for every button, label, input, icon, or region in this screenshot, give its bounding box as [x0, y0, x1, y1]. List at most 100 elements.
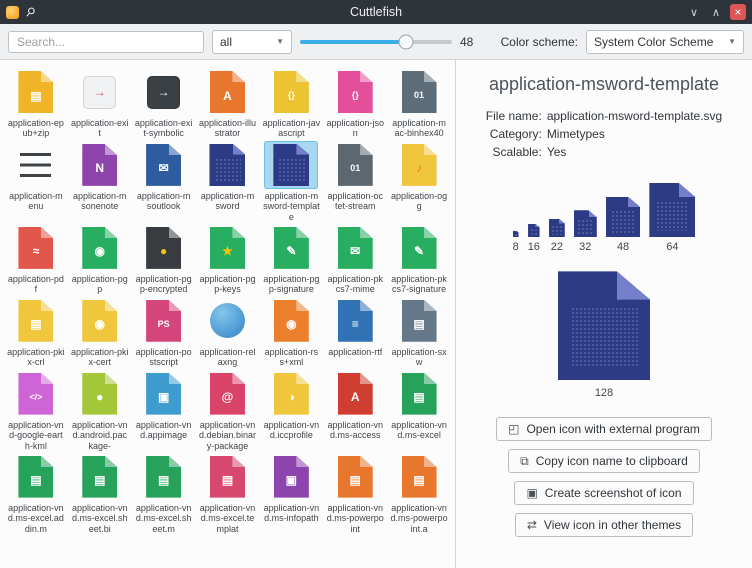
search-input[interactable] — [8, 31, 204, 53]
icon-thumbnail: ▤ — [9, 453, 63, 501]
size-preview-item: 16 — [528, 224, 540, 254]
copy-name-button[interactable]: ⧉ Copy icon name to clipboard — [508, 449, 700, 473]
icon-thumbnail: PS — [137, 297, 191, 345]
icon-thumbnail: ▤ — [392, 370, 446, 418]
size-preview-item: 64 — [649, 183, 695, 253]
cuttlefish-window: ⚲ Cuttlefish ∨ ∧ × all ▼ 48 Color scheme… — [0, 0, 752, 568]
icon-grid-item-label: application-menu — [4, 191, 68, 212]
icon-size-slider[interactable] — [300, 31, 452, 53]
slider-handle[interactable] — [399, 34, 414, 49]
icon-grid-item[interactable]: → application-exit-symbolic — [132, 68, 196, 139]
icon-grid-item[interactable]: ▤ application-vnd.ms-excel.sheet.m — [132, 453, 196, 534]
icon-grid-item[interactable]: ▤ application-vnd.ms-powerpoint — [323, 453, 387, 534]
icon-grid-item[interactable]: ▤ application-vnd.ms-excel.templat — [196, 453, 260, 534]
size-label: 22 — [551, 241, 563, 253]
icon-grid-item[interactable]: ▤ application-sxw — [387, 297, 451, 368]
icon-grid-item[interactable]: A application-illustrator — [196, 68, 260, 139]
icon-thumbnail: ✎ — [264, 224, 318, 272]
icon-preview — [528, 224, 540, 238]
size-preview-item: 48 — [606, 197, 641, 254]
icon-thumbnail: ▤ — [392, 453, 446, 501]
icon-grid-item-label: application-sxw — [387, 347, 451, 368]
view-themes-button[interactable]: ⇄ View icon in other themes — [515, 513, 693, 537]
icon-grid-item[interactable]: ▣ application-vnd.ms-infopath — [259, 453, 323, 534]
icon-grid-item-label: application-postscript — [132, 347, 196, 368]
icon-grid-item[interactable]: ✎ application-pgp-signature — [259, 224, 323, 295]
icon-grid-item[interactable]: ≡ application-rtf — [323, 297, 387, 368]
icon-grid-item[interactable]: application-menu — [4, 141, 68, 222]
icon-grid-item[interactable]: ◉ application-pkix-cert — [68, 297, 132, 368]
icon-thumbnail: ▣ — [137, 370, 191, 418]
size-preview-item: 32 — [574, 210, 597, 253]
field-value: Mimetypes — [547, 127, 722, 141]
icon-thumbnail — [264, 141, 318, 189]
slider-track[interactable] — [300, 40, 452, 44]
icon-thumbnail: ≈ — [9, 224, 63, 272]
icon-grid-item-label: application-vnd.ms-excel.sheet.bi — [68, 503, 132, 534]
icon-grid-item[interactable]: ✉ application-pkcs7-mime — [323, 224, 387, 295]
icon-thumbnail: ▤ — [392, 297, 446, 345]
icon-grid-item[interactable]: ▤ application-vnd.ms-excel — [387, 370, 451, 451]
category-filter-dropdown[interactable]: all ▼ — [212, 30, 292, 54]
minimize-button[interactable]: ∨ — [686, 4, 702, 20]
size-label: 48 — [617, 241, 629, 253]
size-label: 64 — [666, 241, 678, 253]
icon-grid-item[interactable]: application-msword-template — [259, 141, 323, 222]
icon-grid-item[interactable]: {} application-javascript — [259, 68, 323, 139]
icon-grid-item[interactable]: ▣ application-vnd.appimage — [132, 370, 196, 451]
icon-grid-item[interactable]: ◉ application-rss+xml — [259, 297, 323, 368]
icon-grid-item[interactable]: PS application-postscript — [132, 297, 196, 368]
color-scheme-dropdown[interactable]: System Color Scheme ▼ — [586, 30, 744, 54]
icon-grid-item[interactable]: ≈ application-pdf — [4, 224, 68, 295]
icon-grid-item[interactable]: ★ application-pgp-keys — [196, 224, 260, 295]
size-label: 32 — [579, 241, 591, 253]
screenshot-button[interactable]: ▣ Create screenshot of icon — [514, 481, 693, 505]
icon-grid-item-label: application-exit — [68, 118, 132, 139]
icon-grid: ▤ application-epub+zip → application-exi… — [4, 68, 451, 534]
icon-grid-item[interactable]: 01 application-mac-binhex40 — [387, 68, 451, 139]
icon-grid-item[interactable]: A application-vnd.ms-access — [323, 370, 387, 451]
icon-grid-item-label: application-illustrator — [196, 118, 260, 139]
icon-grid-item[interactable]: ◑ application-vnd.iccprofile — [259, 370, 323, 451]
icon-grid-item-label: application-pkix-cert — [68, 347, 132, 368]
pin-icon[interactable]: ⚲ — [23, 5, 37, 20]
icon-grid-item[interactable]: ▤ application-vnd.ms-excel.addin.m — [4, 453, 68, 534]
icon-grid-item[interactable]: ♪ application-ogg — [387, 141, 451, 222]
icon-thumbnail: ✉ — [328, 224, 382, 272]
category-filter-value: all — [220, 35, 232, 49]
icon-detail-panel: application-msword-template File name: a… — [456, 60, 752, 568]
icon-grid-item[interactable]: ● application-pgp-encrypted — [132, 224, 196, 295]
icon-grid-item[interactable]: ✉ application-msoutlook — [132, 141, 196, 222]
icon-grid-item[interactable]: application-relaxng — [196, 297, 260, 368]
icon-grid-item[interactable]: ▤ application-pkix-crl — [4, 297, 68, 368]
icon-thumbnail: ▣ — [264, 453, 318, 501]
maximize-button[interactable]: ∧ — [708, 4, 724, 20]
icon-grid-item[interactable]: @ application-vnd.debian.binary-package — [196, 370, 260, 451]
icon-grid-item[interactable]: N application-msonenote — [68, 141, 132, 222]
icon-grid-item[interactable]: application-msword — [196, 141, 260, 222]
icon-grid-item[interactable]: 01 application-octet-stream — [323, 141, 387, 222]
icon-thumbnail: ▤ — [9, 297, 63, 345]
icon-grid-item[interactable]: {} application-json — [323, 68, 387, 139]
themes-icon: ⇄ — [527, 519, 537, 531]
icon-grid-item[interactable]: ✎ application-pkcs7-signature — [387, 224, 451, 295]
icon-preview — [574, 210, 597, 237]
window-title: Cuttlefish — [0, 5, 752, 19]
icon-grid-item-label: application-json — [323, 118, 387, 139]
icon-grid-item[interactable]: ● application-vnd.android.package- — [68, 370, 132, 451]
icon-grid-item[interactable]: ▤ application-vnd.ms-excel.sheet.bi — [68, 453, 132, 534]
icon-grid-item-label: application-vnd-google-earth-kml — [4, 420, 68, 451]
icon-thumbnail: ≡ — [328, 297, 382, 345]
icon-thumbnail: </> — [9, 370, 63, 418]
icon-grid-item[interactable]: ▤ application-epub+zip — [4, 68, 68, 139]
open-external-button[interactable]: ◰ Open icon with external program — [496, 417, 712, 441]
icon-grid-item[interactable]: </> application-vnd-google-earth-kml — [4, 370, 68, 451]
icon-grid-item[interactable]: → application-exit — [68, 68, 132, 139]
icon-thumbnail: → — [73, 68, 127, 116]
toolbar: all ▼ 48 Color scheme: System Color Sche… — [0, 24, 752, 60]
icon-thumbnail: ▤ — [137, 453, 191, 501]
action-buttons: ◰ Open icon with external program ⧉ Copy… — [496, 417, 712, 545]
icon-grid-item[interactable]: ◉ application-pgp — [68, 224, 132, 295]
close-button[interactable]: × — [730, 4, 746, 20]
icon-grid-item[interactable]: ▤ application-vnd.ms-powerpoint.a — [387, 453, 451, 534]
